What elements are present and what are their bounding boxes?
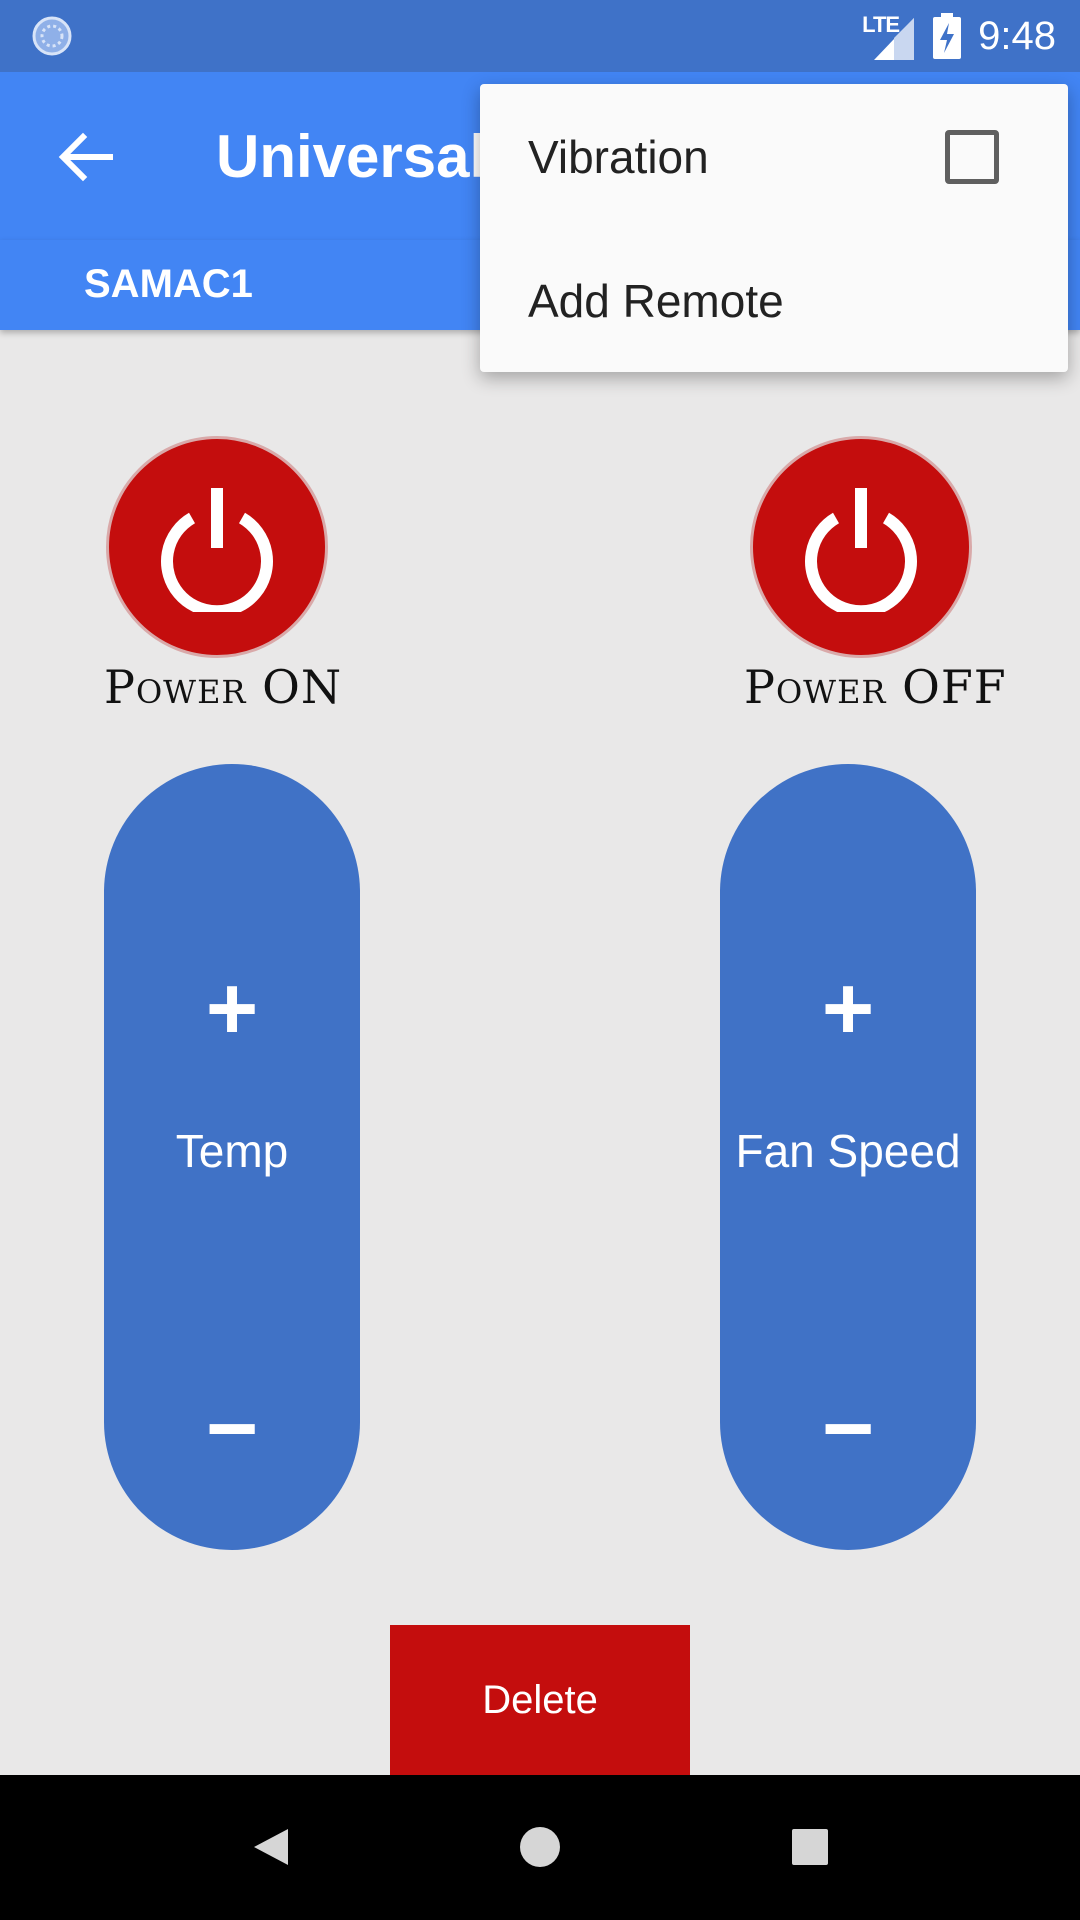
sync-icon [32, 16, 72, 56]
back-button[interactable] [50, 122, 120, 192]
temp-label: Temp [175, 1125, 289, 1177]
vibration-checkbox[interactable] [945, 130, 999, 184]
signal-icon: LTE [860, 12, 916, 60]
page-title: Universal [216, 123, 487, 190]
temp-increase-button[interactable]: + [104, 944, 360, 1074]
fan-speed-control: + Fan Speed − [720, 764, 976, 1550]
nav-back-button[interactable] [230, 1807, 310, 1887]
status-bar: LTE 9:48 [0, 0, 1080, 72]
square-recents-icon [792, 1829, 828, 1865]
clock: 9:48 [978, 13, 1056, 58]
power-on-label: Power ON [104, 660, 343, 714]
temp-control: + Temp − [104, 764, 360, 1550]
battery-charging-icon [933, 13, 962, 59]
delete-button[interactable]: Delete [390, 1625, 690, 1775]
power-off-button[interactable] [750, 436, 972, 658]
nav-home-button[interactable] [500, 1807, 580, 1887]
vibration-label: Vibration [528, 131, 709, 183]
navigation-bar [0, 1775, 1080, 1920]
nav-recents-button[interactable] [770, 1807, 850, 1887]
power-icon [805, 488, 917, 612]
overflow-menu: Vibration Add Remote [480, 84, 1068, 372]
add-remote-label: Add Remote [528, 275, 784, 327]
tab-samac1[interactable]: SAMAC1 [84, 262, 253, 307]
power-icon [161, 488, 273, 612]
menu-item-add-remote[interactable]: Add Remote [480, 228, 1068, 372]
menu-item-vibration[interactable]: Vibration [480, 84, 1068, 228]
temp-decrease-button[interactable]: − [104, 1364, 360, 1494]
power-off-label: Power OFF [744, 660, 1007, 714]
power-on-button[interactable] [106, 436, 328, 658]
circle-home-icon [520, 1827, 560, 1867]
arrow-left-icon [58, 132, 113, 182]
fan-speed-label: Fan Speed [735, 1125, 961, 1177]
fan-speed-increase-button[interactable]: + [720, 944, 976, 1074]
fan-speed-decrease-button[interactable]: − [720, 1364, 976, 1494]
triangle-back-icon [254, 1829, 288, 1865]
